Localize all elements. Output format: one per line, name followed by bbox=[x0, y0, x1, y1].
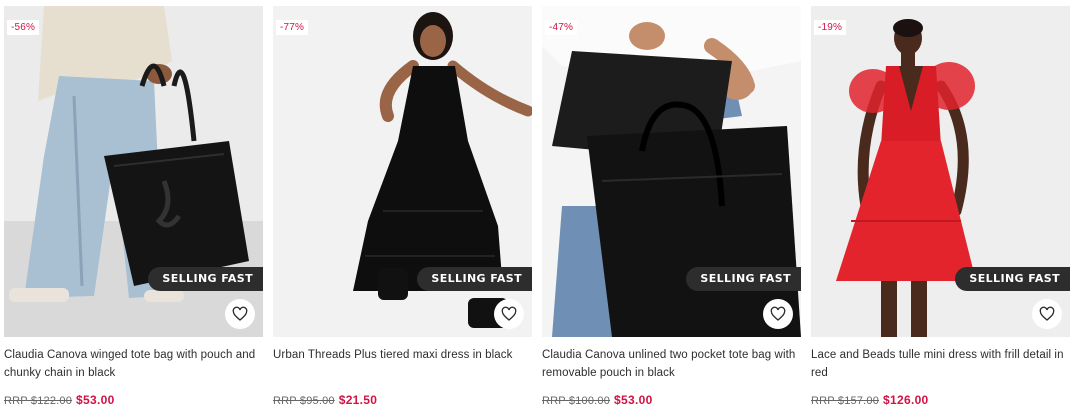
sale-price: $53.00 bbox=[76, 393, 115, 407]
selling-fast-badge: SELLING FAST bbox=[148, 267, 263, 291]
discount-badge: -56% bbox=[7, 20, 40, 35]
price-row: RRP $100.00 $53.00 bbox=[542, 393, 801, 407]
product-image[interactable]: -56% SELLING FAST bbox=[4, 6, 263, 337]
discount-badge: -47% bbox=[545, 20, 578, 35]
save-for-later-button[interactable] bbox=[225, 299, 255, 329]
product-card[interactable]: -77% SELLING FAST Urban Threads Plus tie… bbox=[273, 6, 532, 407]
product-card[interactable]: -56% SELLING FAST Claudia Canova winged … bbox=[4, 6, 263, 407]
heart-icon bbox=[232, 306, 248, 321]
selling-fast-badge: SELLING FAST bbox=[955, 267, 1070, 291]
selling-fast-badge: SELLING FAST bbox=[417, 267, 532, 291]
price-row: RRP $95.00 $21.50 bbox=[273, 393, 532, 407]
discount-badge: -19% bbox=[814, 20, 847, 35]
rrp-price: RRP $95.00 bbox=[273, 395, 335, 407]
rrp-price: RRP $100.00 bbox=[542, 395, 611, 407]
product-image[interactable]: -47% SELLING FAST bbox=[542, 6, 801, 337]
product-image[interactable]: -19% SELLING FAST bbox=[811, 6, 1070, 337]
product-card[interactable]: -19% SELLING FAST Lace and Beads tulle m… bbox=[811, 6, 1070, 407]
product-title[interactable]: Urban Threads Plus tiered maxi dress in … bbox=[273, 346, 532, 382]
price-row: RRP $122.00 $53.00 bbox=[4, 393, 263, 407]
save-for-later-button[interactable] bbox=[494, 299, 524, 329]
price-row: RRP $157.00 $126.00 bbox=[811, 393, 1070, 407]
product-image[interactable]: -77% SELLING FAST bbox=[273, 6, 532, 337]
heart-icon bbox=[770, 306, 786, 321]
selling-fast-badge: SELLING FAST bbox=[686, 267, 801, 291]
discount-badge: -77% bbox=[276, 20, 309, 35]
rrp-price: RRP $157.00 bbox=[811, 395, 880, 407]
rrp-price: RRP $122.00 bbox=[4, 395, 73, 407]
sale-price: $53.00 bbox=[614, 393, 653, 407]
heart-icon bbox=[1039, 306, 1055, 321]
product-title[interactable]: Lace and Beads tulle mini dress with fri… bbox=[811, 346, 1070, 382]
sale-price: $21.50 bbox=[338, 393, 378, 407]
sale-price: $126.00 bbox=[883, 393, 929, 407]
product-grid: -56% SELLING FAST Claudia Canova winged … bbox=[4, 6, 1072, 407]
heart-icon bbox=[501, 306, 517, 321]
product-card[interactable]: -47% SELLING FAST Claudia Canova unlined… bbox=[542, 6, 801, 407]
product-title[interactable]: Claudia Canova unlined two pocket tote b… bbox=[542, 346, 801, 382]
product-title[interactable]: Claudia Canova winged tote bag with pouc… bbox=[4, 346, 263, 382]
save-for-later-button[interactable] bbox=[1032, 299, 1062, 329]
save-for-later-button[interactable] bbox=[763, 299, 793, 329]
